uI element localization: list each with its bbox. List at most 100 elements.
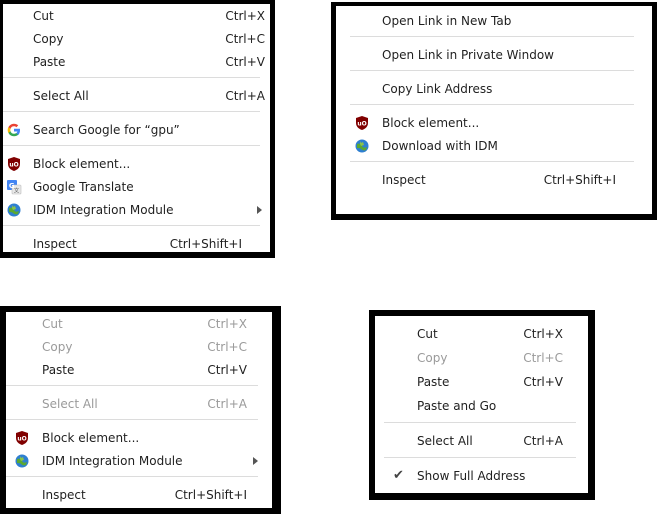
menu-separator (350, 104, 634, 105)
menu-separator (384, 422, 576, 423)
menu-separator (6, 385, 258, 386)
menu-item-shortcut: Ctrl+A (207, 397, 247, 411)
menu-item-copy[interactable]: Copy Ctrl+C (6, 336, 272, 358)
menu-item-paste[interactable]: Paste Ctrl+V (3, 51, 270, 73)
menu-item-idm-module[interactable]: IDM Integration Module (3, 199, 270, 221)
menu-item-label: Inspect (382, 173, 426, 187)
idm-globe-icon (14, 453, 30, 469)
menu-item-label: Open Link in New Tab (382, 14, 512, 28)
context-menu-link: Open Link in New Tab Open Link in Privat… (331, 2, 657, 220)
menu-item-label: Select All (417, 434, 473, 448)
menu-item-download-idm[interactable]: Download with IDM (336, 135, 652, 157)
menu-item-label: Copy (33, 32, 64, 46)
menu-separator (350, 70, 634, 71)
context-menu-input: Cut Ctrl+X Copy Ctrl+C Paste Ctrl+V Sele… (0, 306, 281, 514)
menu-item-shortcut: Ctrl+X (523, 327, 563, 341)
menu-item-label: Show Full Address (417, 469, 526, 483)
submenu-arrow-icon (251, 450, 259, 472)
menu-item-label: Google Translate (33, 180, 134, 194)
menu-item-show-full-address[interactable]: ✔ Show Full Address (375, 465, 588, 487)
menu-item-label: Select All (33, 89, 89, 103)
menu-item-label: Copy (417, 351, 448, 365)
menu-item-label: Cut (417, 327, 438, 341)
menu-item-block-element[interactable]: uO Block element... (3, 153, 270, 175)
svg-text:文: 文 (14, 187, 20, 195)
menu-item-paste[interactable]: Paste Ctrl+V (375, 371, 588, 393)
idm-globe-icon (6, 202, 22, 218)
menu-item-label: Paste and Go (417, 399, 497, 413)
menu-item-select-all[interactable]: Select All Ctrl+A (3, 85, 270, 107)
menu-item-inspect[interactable]: Inspect Ctrl+Shift+I (336, 169, 652, 191)
menu-item-label: Search Google for “gpu” (33, 123, 180, 137)
menu-item-inspect[interactable]: Inspect Ctrl+Shift+I (6, 484, 272, 506)
ublock-shield-icon: uO (354, 115, 370, 131)
menu-item-shortcut: Ctrl+X (207, 317, 247, 331)
menu-item-label: Cut (42, 317, 63, 331)
google-translate-icon: G 文 (6, 179, 22, 195)
menu-separator (3, 77, 260, 78)
menu-item-inspect[interactable]: Inspect Ctrl+Shift+I (3, 233, 270, 255)
menu-item-shortcut: Ctrl+Shift+I (174, 488, 247, 502)
submenu-arrow-icon (255, 199, 263, 221)
menu-item-label: Block element... (382, 116, 480, 130)
menu-item-shortcut: Ctrl+V (523, 375, 563, 389)
menu-item-shortcut: Ctrl+X (225, 9, 265, 23)
menu-item-label: Inspect (33, 237, 77, 251)
menu-item-shortcut: Ctrl+V (207, 363, 247, 377)
menu-separator (3, 111, 260, 112)
menu-item-paste[interactable]: Paste Ctrl+V (6, 359, 272, 381)
menu-separator (384, 457, 576, 458)
menu-item-open-new-tab[interactable]: Open Link in New Tab (336, 10, 652, 32)
menu-separator (3, 145, 260, 146)
ublock-shield-icon: uO (6, 156, 22, 172)
menu-item-paste-and-go[interactable]: Paste and Go (375, 395, 588, 417)
menu-item-select-all[interactable]: Select All Ctrl+A (6, 393, 272, 415)
menu-item-shortcut: Ctrl+Shift+I (169, 237, 242, 251)
menu-item-shortcut: Ctrl+A (225, 89, 265, 103)
menu-item-label: Cut (33, 9, 54, 23)
menu-item-copy-link[interactable]: Copy Link Address (336, 78, 652, 100)
svg-text:uO: uO (9, 162, 18, 169)
menu-item-cut[interactable]: Cut Ctrl+X (6, 313, 272, 335)
idm-globe-icon (354, 138, 370, 154)
google-g-icon (6, 122, 22, 138)
menu-item-shortcut: Ctrl+Shift+I (543, 173, 616, 187)
menu-item-shortcut: Ctrl+C (207, 340, 247, 354)
menu-item-select-all[interactable]: Select All Ctrl+A (375, 430, 588, 452)
menu-item-shortcut: Ctrl+C (523, 351, 563, 365)
menu-item-label: IDM Integration Module (42, 454, 183, 468)
context-menu-page: Cut Ctrl+X Copy Ctrl+C Paste Ctrl+V Sele… (0, 0, 275, 258)
menu-item-copy[interactable]: Copy Ctrl+C (3, 28, 270, 50)
menu-item-label: Paste (42, 363, 75, 377)
menu-item-block-element[interactable]: uO Block element... (6, 427, 272, 449)
menu-item-cut[interactable]: Cut Ctrl+X (3, 5, 270, 27)
menu-item-shortcut: Ctrl+V (225, 55, 265, 69)
menu-item-label: Select All (42, 397, 98, 411)
svg-text:uO: uO (17, 436, 26, 443)
menu-item-label: Download with IDM (382, 139, 498, 153)
menu-separator (6, 419, 258, 420)
menu-item-label: Block element... (42, 431, 140, 445)
menu-item-google-translate[interactable]: G 文 Google Translate (3, 176, 270, 198)
menu-item-label: Open Link in Private Window (382, 48, 554, 62)
menu-separator (350, 161, 634, 162)
ublock-shield-icon: uO (14, 430, 30, 446)
menu-item-label: Paste (417, 375, 450, 389)
svg-text:uO: uO (357, 121, 366, 128)
menu-item-cut[interactable]: Cut Ctrl+X (375, 323, 588, 345)
menu-item-idm-module[interactable]: IDM Integration Module (6, 450, 272, 472)
menu-item-shortcut: Ctrl+C (225, 32, 265, 46)
menu-item-open-private[interactable]: Open Link in Private Window (336, 44, 652, 66)
menu-item-copy[interactable]: Copy Ctrl+C (375, 347, 588, 369)
menu-item-search-google[interactable]: Search Google for “gpu” (3, 119, 270, 141)
checkmark-icon: ✔ (393, 468, 404, 483)
menu-item-label: IDM Integration Module (33, 203, 174, 217)
menu-item-block-element[interactable]: uO Block element... (336, 112, 652, 134)
menu-separator (350, 36, 634, 37)
menu-separator (6, 476, 258, 477)
menu-item-label: Paste (33, 55, 66, 69)
menu-item-shortcut: Ctrl+A (523, 434, 563, 448)
menu-item-label: Copy (42, 340, 73, 354)
menu-separator (3, 225, 260, 226)
menu-item-label: Inspect (42, 488, 86, 502)
